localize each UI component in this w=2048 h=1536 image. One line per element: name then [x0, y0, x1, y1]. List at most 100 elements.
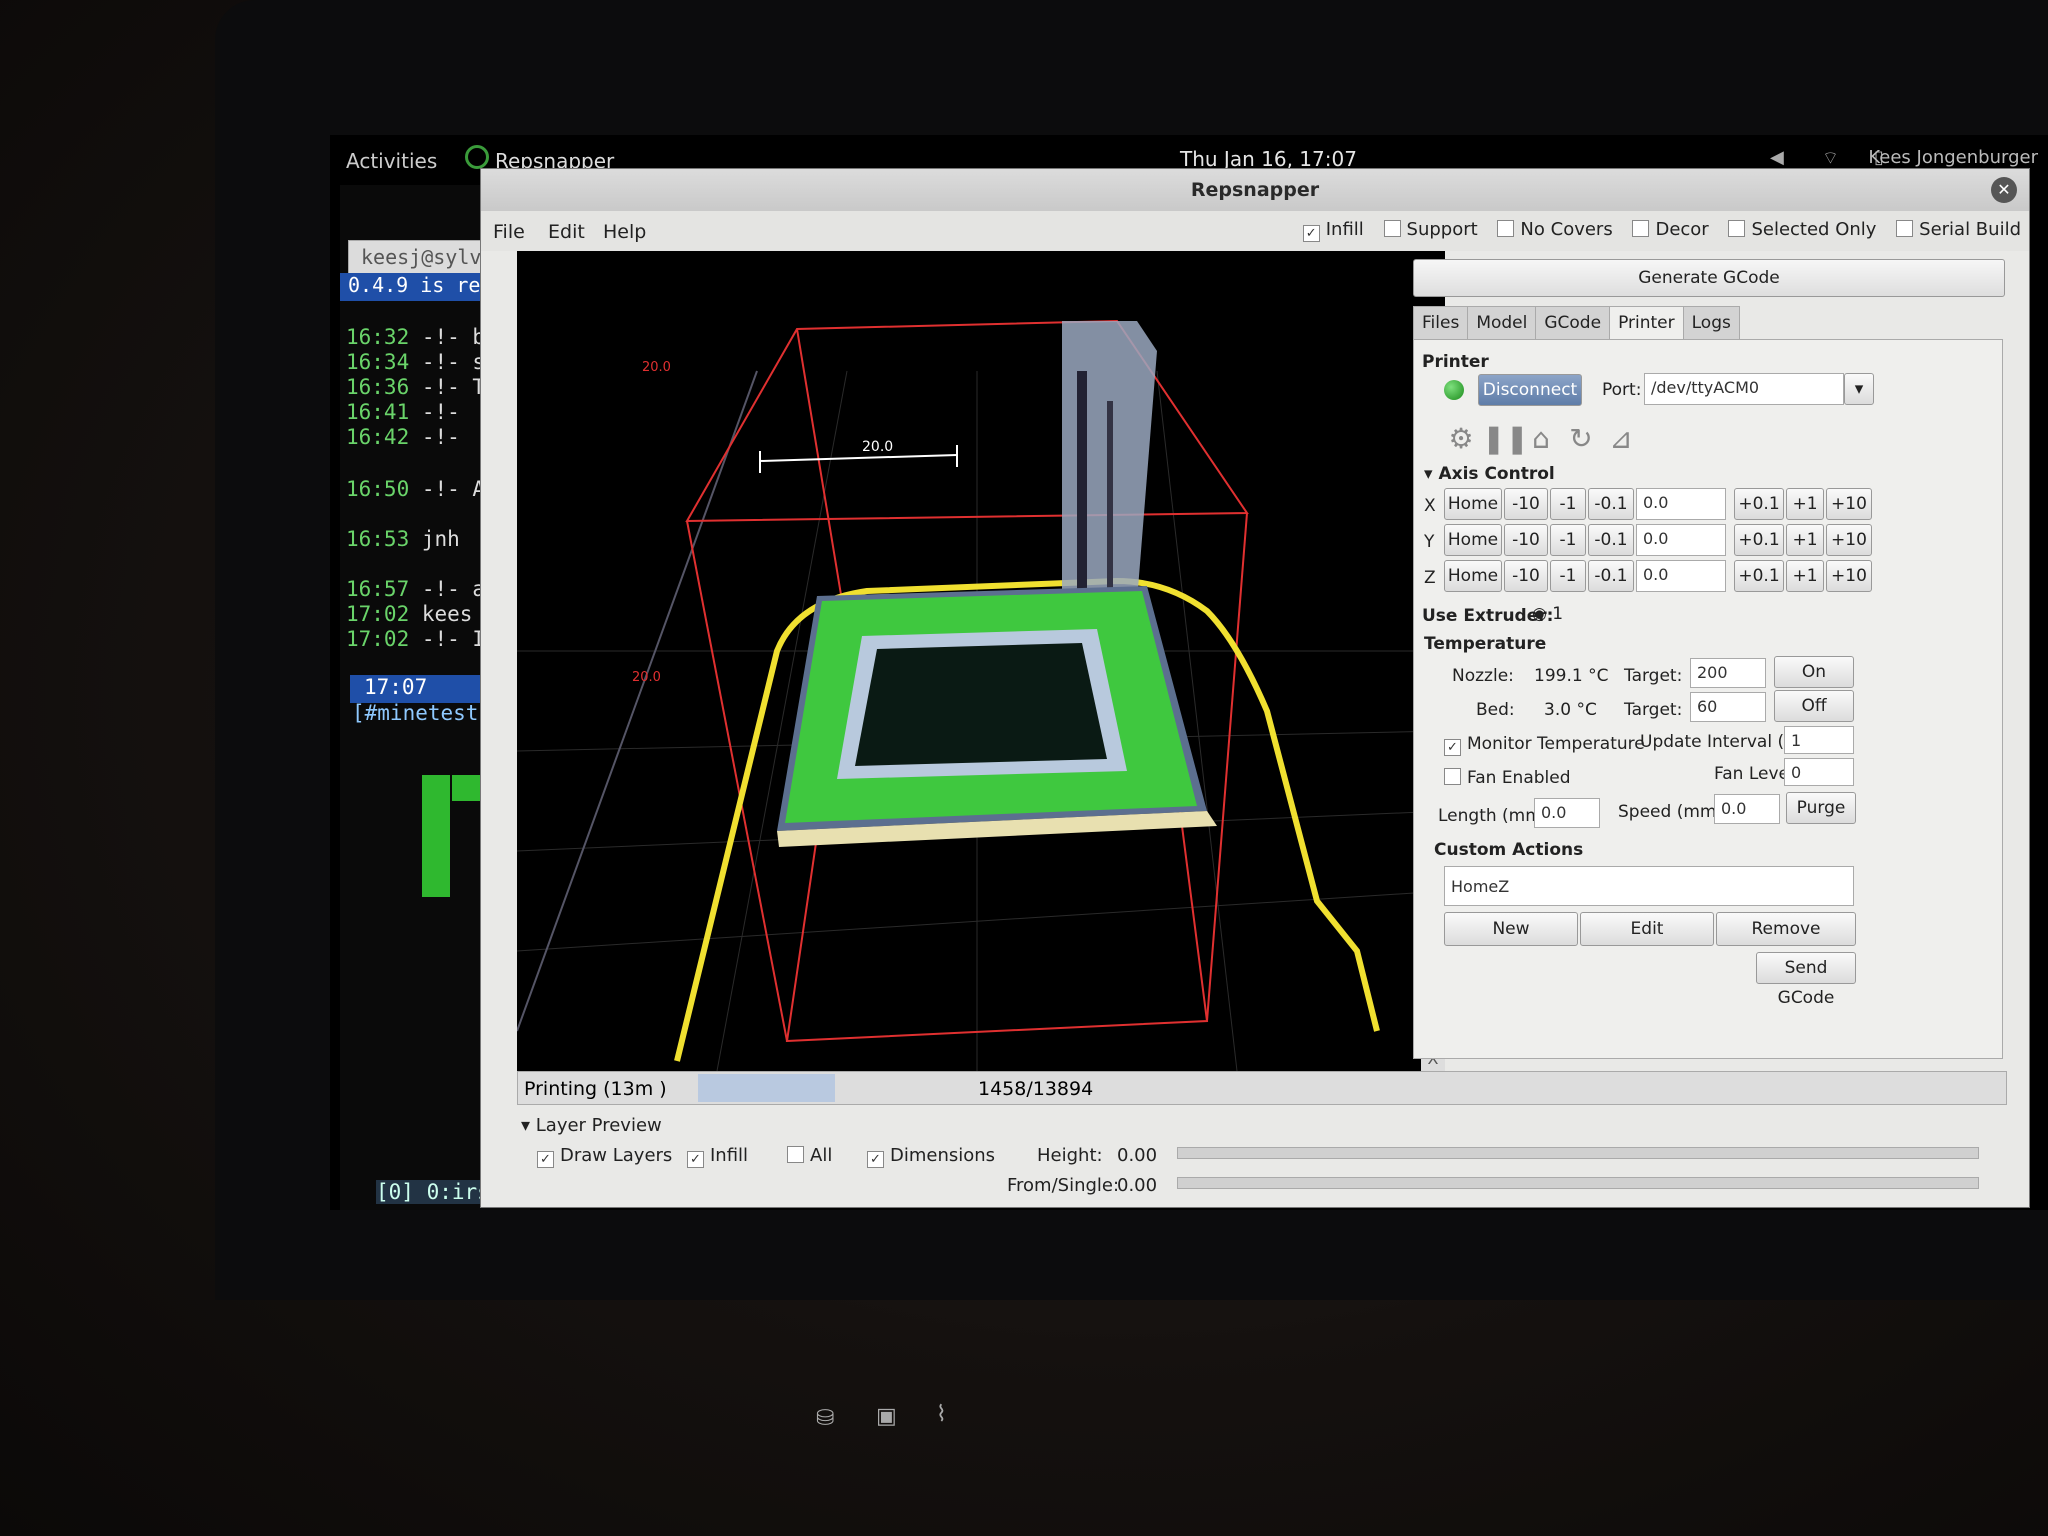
reset-icon[interactable]: ↻ [1562, 420, 1600, 458]
chat-line: 16:53 jnh [346, 527, 460, 551]
extruder-icon[interactable]: ⊿ [1602, 420, 1640, 458]
tab-logs[interactable]: Logs [1682, 306, 1740, 340]
wifi-icon[interactable]: ⌔ [1822, 147, 1839, 170]
chat-line: 16:41 -!- [346, 400, 460, 424]
terminal-block [422, 775, 450, 897]
checkbox-icon [1896, 220, 1914, 237]
chat-line: 16:57 -!- a [346, 577, 486, 601]
toggle-infill[interactable]: ✓ Infill [1302, 219, 1364, 242]
y-minus-1-button[interactable]: -1 [1550, 524, 1586, 556]
tab-files[interactable]: Files [1413, 306, 1469, 340]
x-plus-1-button[interactable]: +1 [1786, 488, 1824, 520]
z-minus-10-button[interactable]: -10 [1504, 560, 1548, 592]
extruder-radio[interactable]: ◉ 1 [1532, 604, 1563, 624]
menu-edit[interactable]: Edit [548, 221, 585, 243]
bed-target-label: Target: [1624, 700, 1683, 720]
menu-file[interactable]: File [493, 221, 525, 243]
tab-gcode[interactable]: GCode [1535, 306, 1611, 340]
settings-gear-icon[interactable]: ⚙ [1442, 420, 1480, 458]
layer-infill-checkbox[interactable]: ✓ Infill [687, 1145, 748, 1168]
toggle-selected-only[interactable]: Selected Only [1728, 219, 1876, 240]
bed-label: Bed: [1476, 700, 1515, 720]
edit-action-button[interactable]: Edit [1580, 912, 1714, 946]
toggle-serial-build[interactable]: Serial Build [1896, 219, 2021, 240]
toggle-decor[interactable]: Decor [1632, 219, 1709, 240]
menu-help[interactable]: Help [603, 221, 646, 243]
home-icon[interactable]: ⌂ [1522, 420, 1560, 458]
z-minus-1-button[interactable]: -1 [1550, 560, 1586, 592]
printer-tab-content: Printer Disconnect Port: /dev/ttyACM0 ▾ … [1413, 339, 2003, 1059]
all-checkbox[interactable]: All [787, 1145, 832, 1166]
x-plus-10-button[interactable]: +10 [1826, 488, 1872, 520]
heater-on-button[interactable]: On [1774, 656, 1854, 688]
disconnect-button[interactable]: Disconnect [1478, 374, 1582, 406]
close-icon[interactable]: ✕ [1991, 177, 2017, 203]
panel-tabs: Files Model GCode Printer Logs [1413, 306, 1740, 340]
checkbox-icon: ✓ [537, 1151, 554, 1168]
nozzle-target-input[interactable]: 200 [1690, 658, 1766, 688]
generate-gcode-button[interactable]: Generate GCode [1413, 259, 2005, 297]
z-position-input[interactable]: 0.0 [1636, 560, 1726, 592]
remove-action-button[interactable]: Remove [1716, 912, 1856, 946]
checkbox-icon [1444, 768, 1461, 785]
toggle-no-covers[interactable]: No Covers [1497, 219, 1613, 240]
monitor-temperature-checkbox[interactable]: ✓ Monitor Temperature [1444, 734, 1645, 756]
z-plus-01-button[interactable]: +0.1 [1734, 560, 1784, 592]
layer-preview-header[interactable]: ▾ Layer Preview [521, 1115, 662, 1136]
y-plus-10-button[interactable]: +10 [1826, 524, 1872, 556]
update-interval-input[interactable]: 1 [1784, 726, 1854, 754]
home-x-button[interactable]: Home [1444, 488, 1502, 520]
fan-enabled-checkbox[interactable]: Fan Enabled [1444, 768, 1571, 788]
fan-level-input[interactable]: 0 [1784, 758, 1854, 786]
y-plus-1-button[interactable]: +1 [1786, 524, 1824, 556]
from-single-slider[interactable] [1177, 1177, 1979, 1189]
nozzle-temperature: 199.1 °C [1534, 666, 1609, 686]
y-plus-01-button[interactable]: +0.1 [1734, 524, 1784, 556]
new-action-button[interactable]: New [1444, 912, 1578, 946]
x-minus-1-button[interactable]: -1 [1550, 488, 1586, 520]
y-position-input[interactable]: 0.0 [1636, 524, 1726, 556]
section-custom-actions: Custom Actions [1434, 840, 1584, 860]
volume-icon[interactable]: ◀ [1770, 147, 1784, 168]
x-minus-01-button[interactable]: -0.1 [1588, 488, 1634, 520]
toggle-support[interactable]: Support [1383, 219, 1478, 240]
dimensions-checkbox[interactable]: ✓ Dimensions [867, 1145, 995, 1168]
draw-layers-checkbox[interactable]: ✓ Draw Layers [537, 1145, 672, 1168]
send-gcode-button[interactable]: Send GCode [1756, 952, 1856, 1008]
x-position-input[interactable]: 0.0 [1636, 488, 1726, 520]
chat-line: 16:42 -!- [346, 425, 460, 449]
z-plus-10-button[interactable]: +10 [1826, 560, 1872, 592]
port-select[interactable]: /dev/ttyACM0 [1644, 373, 1844, 405]
tab-printer[interactable]: Printer [1609, 306, 1684, 340]
disk-icon: ⛁ [816, 1406, 835, 1431]
axis-z-label: Z [1424, 568, 1436, 588]
axis-x-label: X [1424, 496, 1436, 516]
height-slider[interactable] [1177, 1147, 1979, 1159]
y-minus-01-button[interactable]: -0.1 [1588, 524, 1634, 556]
bed-target-input[interactable]: 60 [1690, 692, 1766, 722]
pause-icon[interactable]: ❚❚ [1482, 420, 1529, 458]
purge-button[interactable]: Purge [1786, 792, 1856, 824]
y-minus-10-button[interactable]: -10 [1504, 524, 1548, 556]
speed-input[interactable]: 0.0 [1714, 794, 1780, 824]
connection-status-led [1444, 380, 1464, 400]
dimension-label: 20.0 [862, 439, 893, 455]
z-minus-01-button[interactable]: -0.1 [1588, 560, 1634, 592]
x-minus-10-button[interactable]: -10 [1504, 488, 1548, 520]
home-z-button[interactable]: Home [1444, 560, 1502, 592]
home-y-button[interactable]: Home [1444, 524, 1502, 556]
chat-line: 17:02 kees [346, 602, 473, 626]
custom-action-item[interactable]: HomeZ [1444, 866, 1854, 906]
3d-viewport[interactable]: 20.0 20.0 20.0 X [517, 251, 1445, 1071]
heater-off-button[interactable]: Off [1774, 690, 1854, 722]
channel-name: [#minetest] [352, 701, 492, 725]
progress-fill [698, 1074, 835, 1102]
length-input[interactable]: 0.0 [1534, 798, 1600, 828]
x-plus-01-button[interactable]: +0.1 [1734, 488, 1784, 520]
z-plus-1-button[interactable]: +1 [1786, 560, 1824, 592]
user-menu[interactable]: Kees Jongenburger [1868, 147, 2038, 168]
activities-button[interactable]: Activities [346, 149, 437, 173]
height-value: 0.00 [1117, 1145, 1158, 1166]
tab-model[interactable]: Model [1467, 306, 1537, 340]
chevron-down-icon[interactable]: ▾ [1844, 373, 1874, 405]
